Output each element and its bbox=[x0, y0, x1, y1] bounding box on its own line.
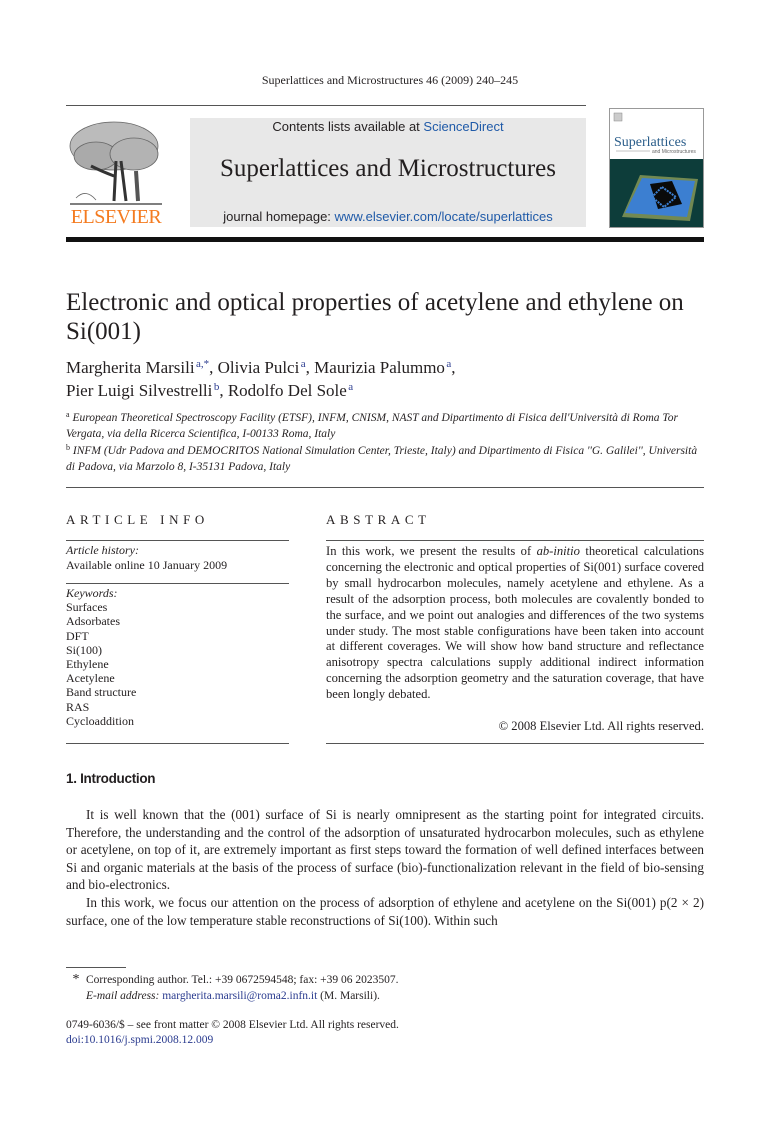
author[interactable]: Pier Luigi Silvestrelli b bbox=[66, 381, 219, 400]
email-link[interactable]: margherita.marsili@roma2.infn.it bbox=[162, 990, 317, 1002]
divider bbox=[326, 540, 704, 541]
abstract-heading: ABSTRACT bbox=[326, 512, 431, 527]
affiliation-item: a European Theoretical Spectroscopy Faci… bbox=[66, 410, 678, 441]
affiliation-item: b INFM (Udr Padova and DEMOCRITOS Nation… bbox=[66, 443, 698, 474]
keyword-item: Si(100) bbox=[66, 642, 102, 657]
cover-art-icon: Superlattices and Microstructures bbox=[610, 109, 703, 227]
journal-name: Superlattices and Microstructures bbox=[219, 155, 556, 182]
asterisk-mark: * bbox=[72, 972, 80, 987]
front-matter: 0749-6036/$ – see front matter © 2008 El… bbox=[66, 1018, 399, 1048]
keyword-item: Surfaces bbox=[66, 600, 108, 615]
divider bbox=[66, 540, 289, 541]
keyword-item: Acetylene bbox=[66, 671, 115, 686]
author[interactable]: Margherita Marsili a,* bbox=[66, 358, 209, 377]
author-affiliation-mark[interactable]: a bbox=[348, 381, 353, 393]
author-affiliation-mark[interactable]: a,* bbox=[196, 358, 209, 370]
introduction-heading: 1. Introduction bbox=[66, 771, 156, 786]
contents-line: Contents lists available at ScienceDirec… bbox=[190, 119, 586, 134]
email-note: E-mail address: margherita.marsili@roma2… bbox=[86, 990, 380, 1002]
corresponding-author-note: * Corresponding author. Tel.: +39 0672594… bbox=[66, 972, 704, 988]
contents-prefix: Contents lists available at bbox=[272, 119, 424, 134]
author-affiliation-mark[interactable]: b bbox=[214, 381, 220, 393]
author-affiliation-mark[interactable]: a bbox=[446, 358, 451, 370]
keyword-item: Band structure bbox=[66, 685, 137, 700]
keyword-item: Cycloaddition bbox=[66, 713, 134, 728]
keyword-item: RAS bbox=[66, 699, 90, 714]
journal-cover-thumbnail: Superlattices and Microstructures bbox=[609, 108, 704, 228]
author[interactable]: Olivia Pulci a bbox=[218, 358, 306, 377]
article-title: Electronic and optical properties of ace… bbox=[66, 289, 684, 345]
keyword-item: DFT bbox=[66, 628, 89, 643]
divider bbox=[66, 743, 289, 744]
abstract-body: In this work, we present the results of … bbox=[326, 544, 704, 702]
author[interactable]: Maurizia Palummo a bbox=[314, 358, 451, 377]
elsevier-wordmark: ELSEVIER bbox=[70, 206, 162, 228]
abstract-copyright: © 2008 Elsevier Ltd. All rights reserved… bbox=[498, 719, 704, 733]
cover-subtitle: and Microstructures bbox=[652, 149, 696, 155]
affiliation-mark: a bbox=[66, 410, 70, 419]
journal-homepage-link[interactable]: www.elsevier.com/locate/superlattices bbox=[335, 209, 553, 224]
history-label: Article history: bbox=[66, 543, 139, 557]
keywords-label: Keywords: bbox=[66, 586, 118, 600]
footnote-rule bbox=[66, 967, 126, 968]
article-info-heading: ARTICLE INFO bbox=[66, 512, 209, 527]
affiliation-mark: b bbox=[66, 443, 70, 452]
keyword-item: Ethylene bbox=[66, 657, 109, 672]
article-history: Article history: Available online 10 Jan… bbox=[66, 543, 227, 573]
issn-line: 0749-6036/$ – see front matter © 2008 El… bbox=[66, 1019, 399, 1031]
affiliations: a European Theoretical Spectroscopy Faci… bbox=[66, 410, 706, 476]
author[interactable]: Rodolfo Del Sole a bbox=[228, 381, 353, 400]
sciencedirect-link[interactable]: ScienceDirect bbox=[423, 119, 503, 134]
keywords-list: Keywords: Surfaces Adsorbates DFT Si(100… bbox=[66, 586, 136, 728]
footnote: * Corresponding author. Tel.: +39 0672594… bbox=[66, 972, 704, 1004]
introduction-body: It is well known that the (001) surface … bbox=[66, 806, 704, 929]
author-affiliation-mark[interactable]: a bbox=[301, 358, 306, 370]
author-list: Margherita Marsili a,*, Olivia Pulci a, … bbox=[66, 358, 456, 400]
history-value: Available online 10 January 2009 bbox=[66, 558, 228, 572]
keyword-item: Adsorbates bbox=[66, 614, 120, 629]
cover-title: Superlattices bbox=[614, 135, 686, 150]
header-thick-rule bbox=[66, 237, 704, 242]
paragraph: It is well known that the (001) surface … bbox=[66, 807, 704, 893]
homepage-prefix: journal homepage: bbox=[223, 209, 335, 224]
doi-link[interactable]: doi:10.1016/j.spmi.2008.12.009 bbox=[66, 1033, 399, 1048]
homepage-line: journal homepage: www.elsevier.com/locat… bbox=[190, 209, 586, 224]
header-divider bbox=[66, 105, 586, 106]
divider bbox=[326, 743, 704, 744]
paragraph: In this work, we focus our attention on … bbox=[66, 894, 704, 928]
divider bbox=[66, 583, 289, 584]
section-divider bbox=[66, 487, 704, 488]
running-head: Superlattices and Microstructures 46 (20… bbox=[261, 73, 519, 87]
